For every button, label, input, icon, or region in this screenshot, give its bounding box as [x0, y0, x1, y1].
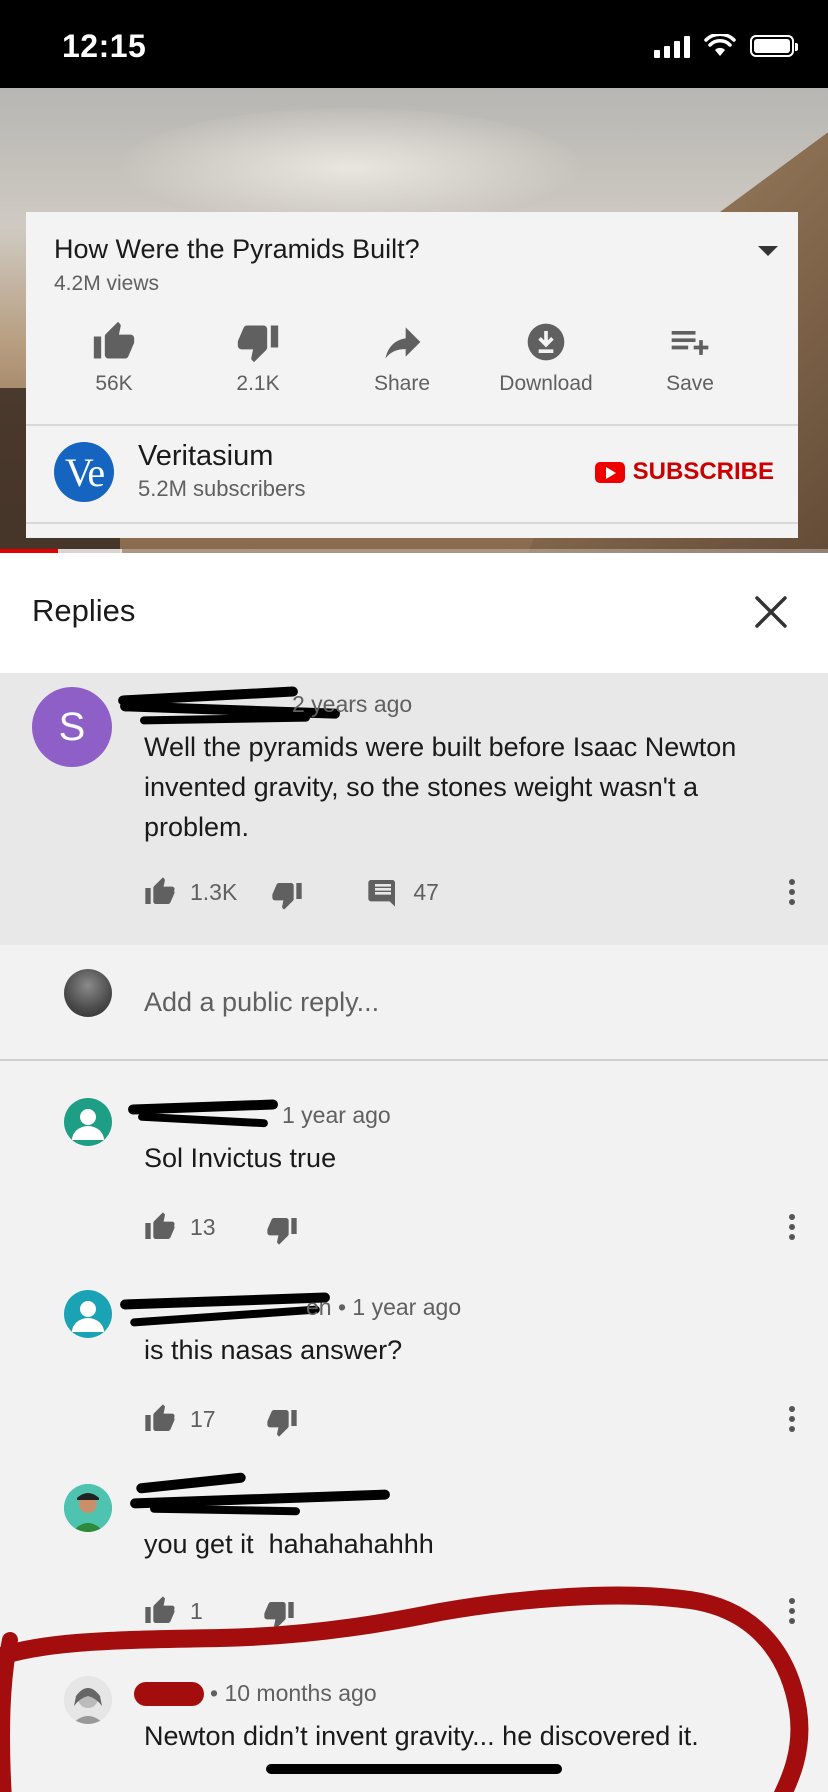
thumbs-down-icon[interactable]	[263, 1598, 295, 1630]
reply-timestamp: en • 1 year ago	[306, 1294, 462, 1320]
thumbs-up-icon	[93, 321, 135, 359]
more-options-icon[interactable]	[788, 1598, 796, 1628]
channel-name[interactable]: Veritasium	[138, 440, 273, 473]
user-avatar	[64, 969, 112, 1017]
share-button[interactable]: Share	[330, 320, 474, 396]
redacted-username	[129, 1305, 321, 1327]
reply-input-row: Add a public reply...	[0, 945, 828, 1059]
close-icon[interactable]	[754, 595, 788, 629]
expand-chevron-icon[interactable]	[758, 246, 778, 256]
redacted-username	[137, 1112, 269, 1128]
status-bar: 12:15	[0, 0, 828, 88]
wifi-icon	[704, 34, 736, 56]
view-count: 4.2M views	[54, 272, 160, 295]
thumbs-down-icon[interactable]	[266, 1406, 298, 1438]
redacted-username	[139, 713, 311, 725]
add-to-playlist-icon	[671, 331, 709, 355]
home-indicator[interactable]	[266, 1764, 562, 1774]
reply-avatar[interactable]	[64, 1676, 112, 1724]
reply-count: 47	[413, 878, 439, 905]
status-icons	[654, 34, 798, 58]
reply-text: Sol Invictus true	[144, 1143, 337, 1173]
redacted-username	[149, 1504, 301, 1516]
replies-title: Replies	[32, 593, 136, 628]
reply-timestamp: 1 year ago	[282, 1102, 391, 1128]
reply-actions: 17	[144, 1400, 298, 1438]
reply-avatar[interactable]	[64, 1290, 112, 1338]
reply-avatar[interactable]	[64, 1098, 112, 1146]
video-title[interactable]: How Were the Pyramids Built?	[54, 234, 420, 265]
save-label: Save	[666, 372, 714, 395]
reply-avatar[interactable]	[64, 1484, 112, 1532]
battery-icon	[750, 35, 798, 57]
subscribe-label: SUBSCRIBE	[632, 458, 774, 485]
thumbs-down-icon	[237, 325, 279, 363]
reply-text: Newton didn’t invent gravity... he disco…	[144, 1721, 699, 1751]
parent-comment: S 2 years ago Well the pyramids were bui…	[0, 673, 828, 945]
commenter-avatar[interactable]: S	[32, 687, 112, 767]
youtube-logo-icon	[594, 461, 625, 483]
comment-text: Well the pyramids were built before Isaa…	[144, 732, 737, 842]
thumbs-up-icon[interactable]	[144, 1211, 176, 1243]
like-button[interactable]: 56K	[42, 320, 186, 396]
thumbs-down-icon[interactable]	[266, 1214, 298, 1246]
like-count: 13	[190, 1213, 216, 1240]
thumbs-down-icon[interactable]	[271, 879, 303, 911]
like-count: 1.3K	[190, 878, 238, 905]
reply-text: is this nasas answer?	[144, 1335, 403, 1365]
download-label: Download	[499, 372, 593, 395]
video-actions: 56K 2.1K Share Download Save	[42, 320, 782, 396]
video-info-card: How Were the Pyramids Built? 4.2M views …	[26, 212, 798, 538]
reply-actions: 13	[144, 1208, 298, 1246]
more-options-icon[interactable]	[788, 1214, 796, 1244]
thumbs-up-icon[interactable]	[144, 1595, 176, 1627]
dislike-count: 2.1K	[236, 372, 280, 395]
status-time: 12:15	[62, 28, 147, 64]
thumbs-up-icon[interactable]	[144, 1403, 176, 1435]
channel-avatar[interactable]: Ve	[54, 442, 114, 502]
save-button[interactable]: Save	[618, 320, 762, 396]
subscribe-button[interactable]: SUBSCRIBE	[594, 458, 774, 486]
redacted-username	[134, 1682, 204, 1706]
comment-actions: 1.3K 47	[144, 873, 439, 911]
divider	[26, 424, 798, 426]
thumbs-up-icon[interactable]	[144, 876, 176, 908]
like-count: 56K	[95, 372, 133, 395]
redacted-username	[135, 1472, 247, 1494]
cellular-signal-icon	[654, 34, 690, 58]
reply-text: you get it hahahahahhh	[144, 1529, 434, 1559]
share-label: Share	[373, 372, 431, 395]
download-icon	[527, 323, 565, 361]
divider	[0, 1059, 828, 1061]
share-icon	[385, 327, 421, 359]
dislike-button[interactable]: 2.1K	[186, 320, 330, 396]
reply-input[interactable]: Add a public reply...	[144, 987, 379, 1018]
replies-header: Replies	[0, 553, 828, 673]
reply-actions: 1	[144, 1592, 295, 1630]
more-options-icon[interactable]	[788, 879, 796, 909]
divider	[26, 522, 798, 524]
like-count: 17	[190, 1405, 216, 1432]
comment-icon[interactable]	[367, 876, 399, 908]
subscriber-count: 5.2M subscribers	[138, 476, 306, 501]
download-button[interactable]: Download	[474, 320, 618, 396]
comment-timestamp: 2 years ago	[292, 691, 413, 717]
like-count: 1	[190, 1597, 203, 1624]
more-options-icon[interactable]	[788, 1406, 796, 1436]
reply-timestamp: • 10 months ago	[210, 1680, 377, 1706]
red-circle-annotation	[0, 1586, 809, 1792]
